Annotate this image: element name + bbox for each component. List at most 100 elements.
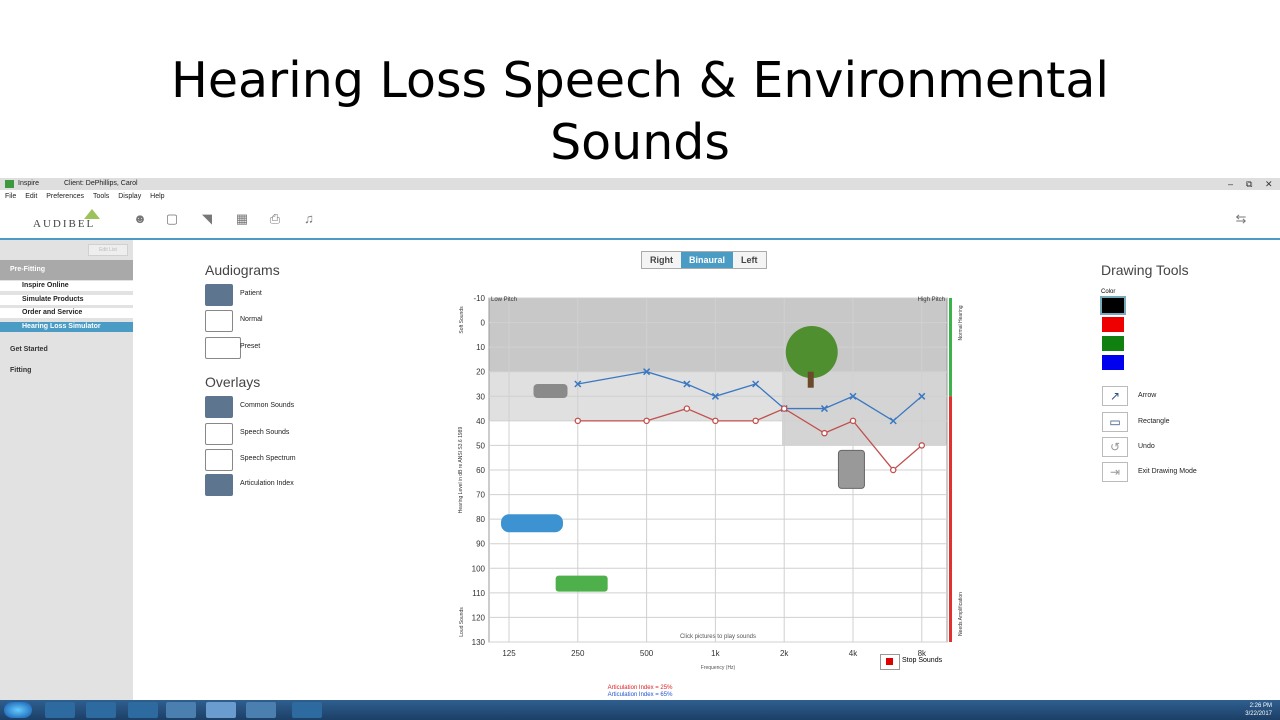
data-point-o <box>643 417 650 425</box>
normal-audiogram-icon <box>205 310 233 332</box>
articulation-index-icon <box>205 474 233 496</box>
sidebar-item-hearing-loss-simulator[interactable]: Hearing Loss Simulator <box>0 322 133 332</box>
data-point-o <box>849 417 857 425</box>
x-tick-label: 250 <box>571 649 585 658</box>
sidebar-section-fitting[interactable]: Fitting <box>0 361 133 381</box>
edit-list-button[interactable]: Edit List <box>88 244 128 256</box>
app-name: Inspire <box>18 180 40 187</box>
slide-title-line1: Hearing Loss Speech & Environmental <box>171 52 1109 109</box>
tool-label: Rectangle <box>1138 418 1170 425</box>
speech-sounds-icon <box>205 423 233 445</box>
sidebar: Edit List Pre-Fitting Inspire Online Sim… <box>0 240 133 700</box>
audibel-logo: AUDIBEL <box>33 218 96 230</box>
title-bar: Inspire Client: DePhillips, Carol – ⧉ ✕ <box>0 178 1280 190</box>
stop-sounds-button[interactable] <box>880 654 900 670</box>
tool-label: Arrow <box>1138 392 1157 399</box>
system-tray: 2:26 PM 3/22/2017 <box>1245 702 1272 718</box>
clock-date[interactable]: 3/22/2017 <box>1245 710 1272 718</box>
menu-help[interactable]: Help <box>150 193 164 200</box>
soft-sounds-label: Soft Sounds <box>459 306 465 334</box>
data-point-o <box>918 442 926 449</box>
y-tick-label: 30 <box>476 392 485 401</box>
menu-edit[interactable]: Edit <box>25 193 37 200</box>
y-tick-label: 60 <box>476 466 485 475</box>
overlay-label: Speech Spectrum <box>240 455 296 462</box>
powerpoint-taskbar-icon[interactable] <box>166 702 196 718</box>
menu-tools[interactable]: Tools <box>93 193 109 200</box>
clock-time[interactable]: 2:26 PM <box>1245 702 1272 710</box>
y-tick-label: 110 <box>472 589 485 598</box>
sidebar-section-get-started[interactable]: Get Started <box>0 340 133 360</box>
color-swatch-green[interactable] <box>1102 336 1124 351</box>
sidebar-section-prefitting[interactable]: Pre-Fitting <box>0 260 133 280</box>
preset-dropdown-icon[interactable] <box>205 337 241 359</box>
sidebar-item-simulate-products[interactable]: Simulate Products <box>0 295 133 305</box>
color-swatch-red[interactable] <box>1102 317 1124 332</box>
monitor-icon[interactable]: ▢ <box>165 212 179 226</box>
audiogram-svg[interactable]: -10 0 10 20 30 40 50 60 70 80 90 100 110 120 130 125 250… <box>447 290 967 700</box>
y-tick-label: 0 <box>481 319 486 328</box>
file-explorer-icon[interactable] <box>128 702 158 718</box>
word-taskbar-icon[interactable] <box>246 702 276 718</box>
menu-display[interactable]: Display <box>118 193 141 200</box>
x-tick-label: 1k <box>711 649 720 658</box>
y-tick-label: 80 <box>476 515 485 524</box>
tool-label: Exit Drawing Mode <box>1138 468 1197 475</box>
y-tick-label: 130 <box>472 638 486 647</box>
media-player-icon[interactable] <box>45 702 75 718</box>
app-window: Inspire Client: DePhillips, Carol – ⧉ ✕ … <box>0 178 1280 700</box>
phone-icon <box>837 449 865 489</box>
y-tick-label: 20 <box>476 368 485 377</box>
audiograms-title: Audiograms <box>205 262 280 278</box>
y-tick-label: -10 <box>473 294 485 303</box>
ear-right-button[interactable]: Right <box>642 252 681 268</box>
menu-preferences[interactable]: Preferences <box>46 193 84 200</box>
x-tick-label: 4k <box>849 649 858 658</box>
client-name: Client: DePhillips, Carol <box>64 180 138 187</box>
color-label: Color <box>1101 289 1116 295</box>
tool-label: Undo <box>1138 443 1155 450</box>
data-point-o <box>752 417 759 425</box>
printer-icon[interactable]: ⎙ <box>268 212 282 226</box>
music-note-icon[interactable]: ♫ <box>302 212 316 226</box>
taskbar: 2:26 PM 3/22/2017 <box>0 700 1280 720</box>
high-pitch-label: High Pitch <box>918 297 945 303</box>
audiogram-chart: -10 0 10 20 30 40 50 60 70 80 90 100 110 120 130 125 250… <box>447 290 967 700</box>
data-point-o <box>574 417 582 425</box>
stop-sounds-label: Stop Sounds <box>902 657 943 664</box>
menu-bar: File Edit Preferences Tools Display Help <box>0 191 167 203</box>
x-axis-label: Frequency (Hz) <box>701 665 736 671</box>
exit-drawing-icon: ⇥ <box>1102 462 1128 482</box>
y-tick-label: 120 <box>472 613 486 622</box>
folder-open-icon[interactable]: ◥ <box>200 212 214 226</box>
menu-file[interactable]: File <box>5 193 16 200</box>
person-icon[interactable]: ☻ <box>133 212 147 226</box>
inspire-taskbar-icon[interactable] <box>206 702 236 718</box>
restore-button[interactable]: ⧉ <box>1246 178 1252 190</box>
calendar-icon[interactable]: ▦ <box>235 212 249 226</box>
band-dark <box>489 298 947 372</box>
app-icon <box>5 180 14 188</box>
close-button[interactable]: ✕ <box>1265 178 1273 190</box>
sidebar-item-order-service[interactable]: Order and Service <box>0 308 133 318</box>
sidebar-item-inspire-online[interactable]: Inspire Online <box>0 281 133 291</box>
ear-left-button[interactable]: Left <box>733 252 766 268</box>
switch-device-icon[interactable]: ⇆ <box>1232 212 1250 226</box>
chrome-icon[interactable] <box>292 702 322 718</box>
internet-explorer-icon[interactable] <box>86 702 116 718</box>
start-button-icon[interactable] <box>4 702 32 718</box>
overlay-label: Common Sounds <box>240 402 295 409</box>
logo-mark-icon <box>84 209 100 219</box>
y-axis-label: Hearing Level in dB re ANSI S3.6 1989 <box>458 427 464 514</box>
data-point-o <box>780 405 788 412</box>
normal-hearing-bar <box>949 298 952 397</box>
slide-title: Hearing Loss Speech & Environmental Soun… <box>0 50 1280 174</box>
ear-binaural-button[interactable]: Binaural <box>681 252 734 268</box>
color-swatch-blue[interactable] <box>1102 355 1124 370</box>
audiogram-label: Normal <box>240 316 263 323</box>
tree-trunk <box>807 371 814 388</box>
speech-spectrum-icon <box>205 449 233 471</box>
minimize-button[interactable]: – <box>1228 178 1233 190</box>
color-swatch-black[interactable] <box>1100 296 1126 315</box>
rectangle-icon: ▭ <box>1102 412 1128 432</box>
